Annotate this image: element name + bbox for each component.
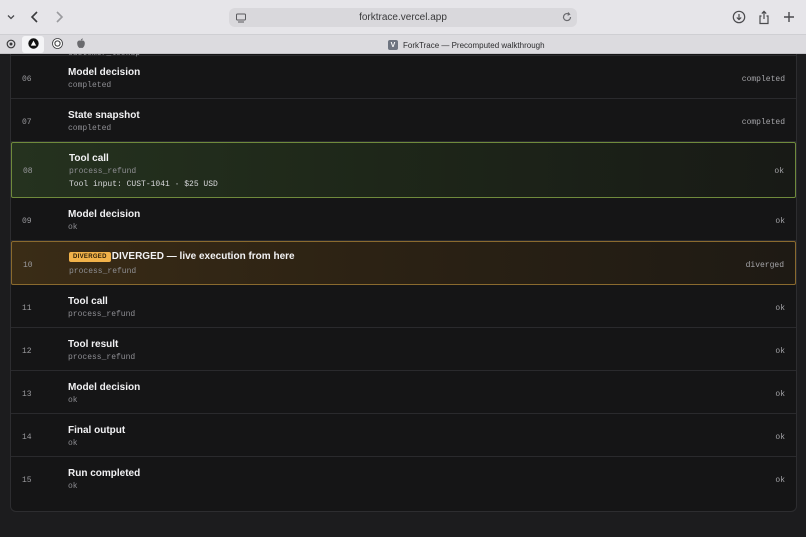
diverged-badge: DIVERGED [69, 252, 111, 262]
step-title: State snapshot [68, 110, 140, 121]
tab-title-text: ForkTrace — Precomputed walkthrough [403, 40, 545, 50]
step-index: 10 [23, 261, 33, 270]
step-index: 15 [22, 476, 32, 485]
back-icon[interactable] [26, 8, 44, 26]
step-title: Run completed [68, 468, 141, 479]
step-status: ok [775, 476, 785, 485]
timeline-row[interactable]: 12 Tool result process_refund ok [11, 328, 796, 371]
step-index: 14 [22, 433, 32, 442]
step-status: ok [775, 347, 785, 356]
browser-toolbar: forktrace.vercel.app [0, 0, 806, 34]
step-status: completed [741, 118, 785, 127]
tool-input-detail: Tool input: CUST-1041 · $25 USD [69, 180, 218, 189]
step-index: 06 [22, 75, 32, 84]
step-subtitle: completed [68, 81, 112, 90]
vercel-icon [27, 36, 39, 54]
step-title: DIVERGED DIVERGED — live execution from h… [69, 251, 295, 262]
page-viewport: customer_lookup 06 Model decision comple… [0, 54, 806, 537]
chevron-down-icon[interactable] [4, 8, 18, 26]
step-title: Tool call [68, 296, 108, 307]
forward-icon[interactable] [50, 8, 68, 26]
page-settings-icon[interactable] [235, 11, 247, 29]
trace-timeline: customer_lookup 06 Model decision comple… [10, 54, 797, 512]
reload-icon[interactable] [561, 10, 573, 29]
step-title: Final output [68, 425, 126, 436]
tab-favicon: V [388, 40, 398, 50]
step-subtitle: process_refund [68, 353, 136, 362]
step-title: Tool result [68, 339, 119, 350]
step-title: Tool call [69, 153, 109, 164]
step-index: 13 [22, 390, 32, 399]
step-subtitle: process_refund [69, 167, 137, 176]
step-subtitle: ok [68, 396, 78, 405]
step-status: ok [775, 390, 785, 399]
step-subtitle: completed [68, 124, 112, 133]
step-subtitle: ok [68, 482, 78, 491]
step-index: 07 [22, 118, 32, 127]
download-icon[interactable] [730, 8, 748, 26]
timeline-row-diverged[interactable]: 10 DIVERGED DIVERGED — live execution fro… [11, 241, 796, 285]
share-icon[interactable] [755, 8, 773, 26]
step-index: 11 [22, 304, 32, 313]
pinned-tab-apple[interactable] [70, 36, 92, 53]
pinned-tab-vercel[interactable] [22, 36, 44, 53]
timeline-row[interactable]: 15 Run completed ok ok [11, 457, 796, 511]
step-index: 08 [23, 167, 33, 176]
step-status: ok [775, 304, 785, 313]
step-title: Model decision [68, 382, 141, 393]
timeline-row[interactable]: 09 Model decision ok ok [11, 198, 796, 241]
timeline-row[interactable]: 11 Tool call process_refund ok [11, 285, 796, 328]
openai-icon [6, 36, 16, 54]
address-bar[interactable]: forktrace.vercel.app [229, 8, 577, 27]
pinned-tab-chatgpt[interactable] [46, 36, 68, 53]
chatgpt-icon [51, 36, 63, 54]
new-tab-icon[interactable] [780, 8, 798, 26]
apple-icon [76, 36, 86, 54]
timeline-row[interactable]: 13 Model decision ok ok [11, 371, 796, 414]
step-title-text: DIVERGED — live execution from here [111, 251, 295, 262]
timeline-row-selected[interactable]: 08 Tool call process_refund Tool input: … [11, 142, 796, 198]
step-status: completed [741, 75, 785, 84]
step-title: Model decision [68, 67, 141, 78]
step-status: ok [774, 167, 784, 176]
step-index: 12 [22, 347, 32, 356]
step-status: ok [775, 433, 785, 442]
step-title: Model decision [68, 209, 141, 220]
step-status: diverged [745, 261, 784, 270]
step-subtitle: process_refund [69, 267, 137, 276]
tab-bar: V ForkTrace — Precomputed walkthrough [0, 34, 806, 54]
step-subtitle: ok [68, 223, 78, 232]
step-index: 09 [22, 217, 32, 226]
pinned-tab-openai[interactable] [0, 36, 22, 53]
tab-active[interactable]: V ForkTrace — Precomputed walkthrough [388, 37, 545, 53]
step-status: ok [775, 217, 785, 226]
timeline-row[interactable]: 14 Final output ok ok [11, 414, 796, 457]
timeline-row[interactable]: 06 Model decision completed completed [11, 56, 796, 99]
step-subtitle: process_refund [68, 310, 136, 319]
timeline-row[interactable]: 07 State snapshot completed completed [11, 99, 796, 142]
url-text: forktrace.vercel.app [359, 12, 447, 23]
step-subtitle: ok [68, 439, 78, 448]
